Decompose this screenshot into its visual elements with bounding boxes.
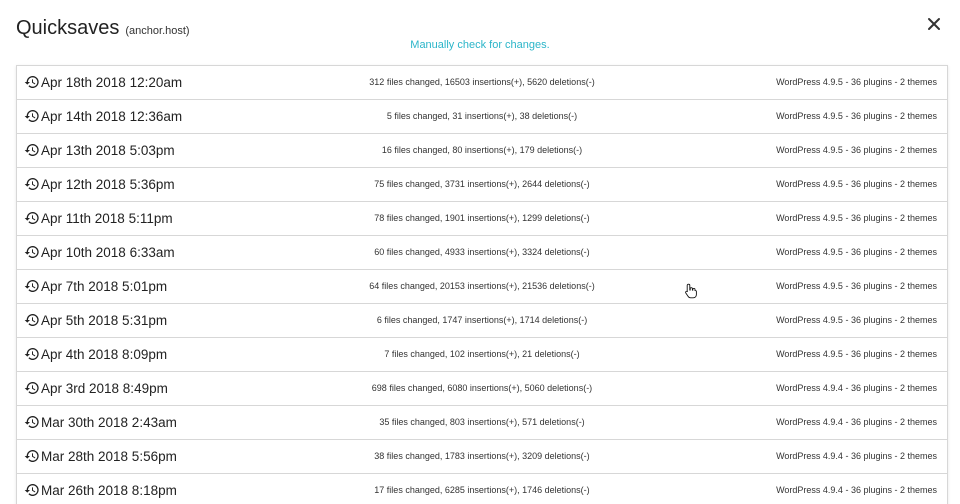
quicksave-date: Apr 12th 2018 5:36pm <box>41 177 175 192</box>
quicksave-row[interactable]: Apr 3rd 2018 8:49pm 698 files changed, 60… <box>17 372 947 406</box>
quicksave-environment: WordPress 4.9.4 - 36 plugins - 2 themes <box>776 383 937 393</box>
history-icon <box>24 244 40 260</box>
quicksave-environment: WordPress 4.9.5 - 36 plugins - 2 themes <box>776 179 937 189</box>
quicksave-environment: WordPress 4.9.5 - 36 plugins - 2 themes <box>776 77 937 87</box>
quicksave-row[interactable]: Mar 26th 2018 8:18pm 17 files changed, 62… <box>17 474 947 504</box>
close-icon[interactable] <box>922 12 946 36</box>
quicksave-row[interactable]: Apr 12th 2018 5:36pm 75 files changed, 37… <box>17 168 947 202</box>
hand-pointer-icon <box>684 283 698 299</box>
history-icon <box>24 346 40 362</box>
history-icon <box>24 278 40 294</box>
history-icon <box>24 108 40 124</box>
dialog-title-text: Quicksaves <box>16 17 120 39</box>
quicksave-row[interactable]: Mar 28th 2018 5:56pm 38 files changed, 17… <box>17 440 947 474</box>
quicksave-date: Mar 26th 2018 8:18pm <box>41 483 177 498</box>
history-icon <box>24 482 40 498</box>
quicksave-row[interactable]: Apr 13th 2018 5:03pm 16 files changed, 80… <box>17 134 947 168</box>
quicksave-date: Apr 13th 2018 5:03pm <box>41 143 175 158</box>
quicksave-changes: 60 files changed, 4933 insertions(+), 33… <box>374 247 590 257</box>
quicksave-row[interactable]: Apr 18th 2018 12:20am 312 files changed, … <box>17 66 947 100</box>
quicksave-changes: 7 files changed, 102 insertions(+), 21 d… <box>384 349 580 359</box>
quicksave-changes: 312 files changed, 16503 insertions(+), … <box>369 77 595 87</box>
history-icon <box>24 448 40 464</box>
quicksave-date: Apr 10th 2018 6:33am <box>41 245 175 260</box>
quicksave-changes: 75 files changed, 3731 insertions(+), 26… <box>374 179 590 189</box>
quicksave-changes: 78 files changed, 1901 insertions(+), 12… <box>374 213 590 223</box>
history-icon <box>24 142 40 158</box>
quicksave-date: Mar 28th 2018 5:56pm <box>41 449 177 464</box>
quicksave-changes: 16 files changed, 80 insertions(+), 179 … <box>381 145 583 155</box>
quicksave-changes: 38 files changed, 1783 insertions(+), 32… <box>374 451 590 461</box>
quicksave-environment: WordPress 4.9.5 - 36 plugins - 2 themes <box>776 281 937 291</box>
quicksave-environment: WordPress 4.9.5 - 36 plugins - 2 themes <box>776 315 937 325</box>
site-name: (anchor.host) <box>125 25 190 37</box>
quicksave-environment: WordPress 4.9.4 - 36 plugins - 2 themes <box>776 451 937 461</box>
history-icon <box>24 210 40 226</box>
quicksave-date: Apr 3rd 2018 8:49pm <box>41 381 168 396</box>
quicksave-date: Apr 7th 2018 5:01pm <box>41 279 168 294</box>
quicksave-changes: 64 files changed, 20153 insertions(+), 2… <box>369 281 595 291</box>
quicksave-date: Apr 18th 2018 12:20am <box>41 75 183 90</box>
quicksave-environment: WordPress 4.9.5 - 36 plugins - 2 themes <box>776 213 937 223</box>
quicksave-row[interactable]: Apr 5th 2018 5:31pm 6 files changed, 1747… <box>17 304 947 338</box>
quicksave-environment: WordPress 4.9.4 - 36 plugins - 2 themes <box>776 485 937 495</box>
history-icon <box>24 74 40 90</box>
history-icon <box>24 380 40 396</box>
quicksave-row[interactable]: Apr 10th 2018 6:33am 60 files changed, 49… <box>17 236 947 270</box>
quicksave-environment: WordPress 4.9.5 - 36 plugins - 2 themes <box>776 145 937 155</box>
quicksaves-dialog: Quicksaves (anchor.host) Manually check f… <box>0 0 960 504</box>
quicksave-environment: WordPress 4.9.4 - 36 plugins - 2 themes <box>776 417 937 427</box>
quicksave-date: Mar 30th 2018 2:43am <box>41 415 177 430</box>
quicksave-changes: 5 files changed, 31 insertions(+), 38 de… <box>386 111 578 121</box>
quicksave-changes: 698 files changed, 6080 insertions(+), 5… <box>371 383 593 393</box>
manual-check-link[interactable]: Manually check for changes. <box>0 39 960 51</box>
quicksave-date: Apr 14th 2018 12:36am <box>41 109 183 124</box>
history-icon <box>24 312 40 328</box>
quicksave-changes: 17 files changed, 6285 insertions(+), 17… <box>374 485 590 495</box>
quicksave-row[interactable]: Apr 14th 2018 12:36am 5 files changed, 31… <box>17 100 947 134</box>
quicksave-changes: 6 files changed, 1747 insertions(+), 171… <box>376 315 588 325</box>
quicksave-changes: 35 files changed, 803 insertions(+), 571… <box>379 417 585 427</box>
quicksave-environment: WordPress 4.9.5 - 36 plugins - 2 themes <box>776 349 937 359</box>
quicksave-environment: WordPress 4.9.5 - 36 plugins - 2 themes <box>776 111 937 121</box>
quicksave-row[interactable]: Apr 4th 2018 8:09pm 7 files changed, 102 … <box>17 338 947 372</box>
quicksave-environment: WordPress 4.9.5 - 36 plugins - 2 themes <box>776 247 937 257</box>
history-icon <box>24 176 40 192</box>
quicksave-date: Apr 5th 2018 5:31pm <box>41 313 168 328</box>
quicksave-date: Apr 4th 2018 8:09pm <box>41 347 168 362</box>
quicksave-row[interactable]: Apr 11th 2018 5:11pm 78 files changed, 19… <box>17 202 947 236</box>
quicksave-row[interactable]: Apr 7th 2018 5:01pm 64 files changed, 201… <box>17 270 947 304</box>
history-icon <box>24 414 40 430</box>
quicksave-row[interactable]: Mar 30th 2018 2:43am 35 files changed, 80… <box>17 406 947 440</box>
quicksaves-list: Apr 18th 2018 12:20am 312 files changed, … <box>16 65 948 504</box>
quicksave-date: Apr 11th 2018 5:11pm <box>41 211 173 226</box>
dialog-title: Quicksaves (anchor.host) <box>16 17 190 40</box>
